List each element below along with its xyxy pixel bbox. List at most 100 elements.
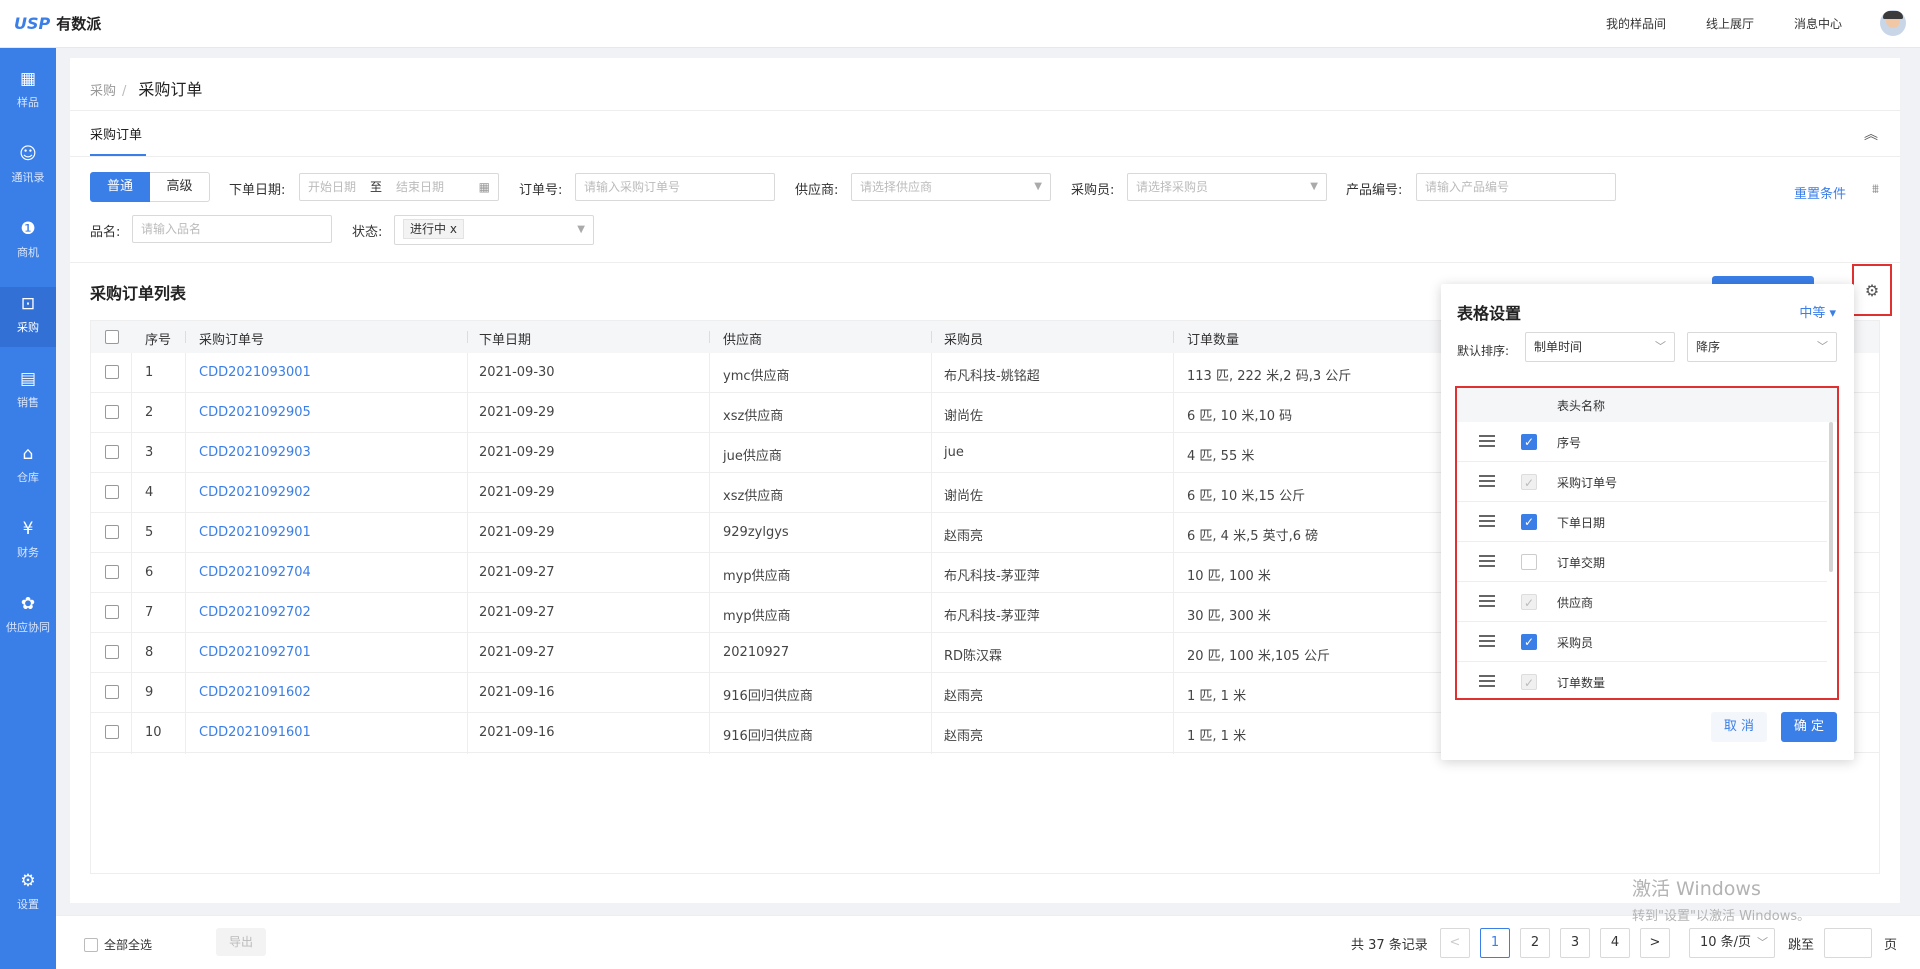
sidebar-item-label: 销售 (17, 396, 39, 409)
drag-handle-icon[interactable] (1479, 435, 1495, 447)
cell-order-number-link[interactable]: CDD2021092902 (199, 485, 311, 500)
cell-order-number-link[interactable]: CDD2021092903 (199, 445, 311, 460)
drag-handle-icon[interactable] (1479, 515, 1495, 527)
cell-buyer: 赵雨亮 (944, 729, 984, 744)
cell-order-number-link[interactable]: CDD2021092901 (199, 525, 311, 540)
finance-icon: ¥ (22, 519, 34, 539)
export-button[interactable]: 导出 (216, 928, 266, 956)
order-number-input[interactable]: 请输入采购订单号 (575, 173, 775, 201)
drag-handle-icon[interactable] (1479, 635, 1495, 647)
brand-logo[interactable]: USP 有数派 (14, 13, 101, 34)
sidebar-item-sales[interactable]: ▤ 销售 (0, 362, 56, 422)
next-page-button[interactable]: > (1640, 928, 1670, 958)
breadcrumb-parent[interactable]: 采购 (90, 84, 116, 99)
cell-order-number-link[interactable]: CDD2021091602 (199, 685, 311, 700)
mode-normal-button[interactable]: 普通 (90, 172, 150, 202)
confirm-button[interactable]: 确 定 (1781, 712, 1837, 742)
column-row: ✓ 下单日期 (1457, 502, 1827, 542)
column-list-scrollbar[interactable] (1829, 422, 1833, 572)
supplier-select[interactable]: 请选择供应商 ▼ (851, 173, 1051, 201)
row-checkbox[interactable] (105, 645, 119, 659)
row-checkbox[interactable] (105, 725, 119, 739)
tab-purchase-order[interactable]: 采购订单 (90, 124, 142, 143)
row-checkbox[interactable] (105, 525, 119, 539)
reset-filters-link[interactable]: 重置条件 (1794, 183, 1846, 202)
drag-handle-icon[interactable] (1479, 555, 1495, 567)
date-to-label: 至 (370, 180, 383, 194)
cell-order-date: 2021-09-30 (479, 365, 555, 380)
density-dropdown[interactable]: 中等 ▾ (1799, 302, 1836, 321)
cell-order-number-link[interactable]: CDD2021092702 (199, 605, 311, 620)
sort-order-select[interactable]: 降序 ﹀ (1687, 332, 1837, 362)
sidebar-item-samples[interactable]: ▦ 样品 (0, 62, 56, 122)
cell-order-date: 2021-09-27 (479, 565, 555, 580)
status-tag[interactable]: 进行中 x (403, 219, 464, 239)
order-date-range[interactable]: 开始日期 至 结束日期 ▦ (299, 173, 499, 201)
cell-order-number-link[interactable]: CDD2021091601 (199, 725, 311, 740)
cell-order-date: 2021-09-27 (479, 605, 555, 620)
drag-handle-icon[interactable] (1479, 475, 1495, 487)
cancel-button[interactable]: 取 消 (1711, 712, 1767, 742)
select-all-checkbox[interactable] (84, 937, 98, 952)
sidebar-item-contacts[interactable]: ☺ 通讯录 (0, 137, 56, 197)
sidebar-item-supply[interactable]: ✿ 供应协同 (0, 587, 56, 647)
cell-order-number-link[interactable]: CDD2021092905 (199, 405, 311, 420)
column-list: 表头名称 ✓ 序号 ✓ 采购订单号 ✓ 下单日期 订单交期 ✓ 供应商 ✓ 采购… (1455, 386, 1839, 700)
row-checkbox[interactable] (105, 685, 119, 699)
header-quantity: 订单数量 (1187, 333, 1240, 348)
row-checkbox[interactable] (105, 605, 119, 619)
mode-advanced-button[interactable]: 高级 (150, 172, 210, 202)
nav-message-center[interactable]: 消息中心 (1794, 15, 1842, 32)
column-checkbox[interactable]: ✓ (1521, 434, 1537, 450)
row-checkbox[interactable] (105, 405, 119, 419)
select-all-checkbox[interactable] (105, 330, 119, 344)
page-3-button[interactable]: 3 (1560, 928, 1590, 958)
page-size-select[interactable]: 10 条/页 ﹀ (1689, 928, 1775, 958)
column-checkbox[interactable] (1521, 554, 1537, 570)
column-row: ✓ 序号 (1457, 422, 1827, 462)
product-number-placeholder: 请输入产品编号 (1425, 180, 1510, 194)
sort-field-select[interactable]: 制单时间 ﹀ (1525, 332, 1675, 362)
cell-order-number-link[interactable]: CDD2021092704 (199, 565, 311, 580)
prev-page-button[interactable]: < (1440, 928, 1470, 958)
filter-icon[interactable]: ⩩ (1872, 182, 1879, 197)
jump-page-input[interactable] (1824, 928, 1872, 958)
column-checkbox[interactable]: ✓ (1521, 514, 1537, 530)
row-checkbox[interactable] (105, 565, 119, 579)
nav-my-samples[interactable]: 我的样品间 (1606, 15, 1666, 32)
cell-order-date: 2021-09-29 (479, 405, 555, 420)
column-checkbox[interactable]: ✓ (1521, 634, 1537, 650)
page-2-button[interactable]: 2 (1520, 928, 1550, 958)
cell-index: 2 (145, 405, 154, 420)
caret-down-icon: ▼ (1034, 181, 1042, 192)
user-avatar[interactable] (1880, 10, 1906, 36)
nav-online-showroom[interactable]: 线上展厅 (1706, 15, 1754, 32)
drag-handle-icon[interactable] (1479, 675, 1495, 687)
table-settings-button[interactable]: ⚙ (1852, 264, 1892, 316)
collapse-up-icon[interactable]: ︽ (1864, 124, 1878, 144)
product-number-input[interactable]: 请输入产品编号 (1416, 173, 1616, 201)
sidebar-item-warehouse[interactable]: ⌂ 仓库 (0, 437, 56, 497)
row-checkbox[interactable] (105, 445, 119, 459)
row-checkbox[interactable] (105, 485, 119, 499)
buyer-placeholder: 请选择采购员 (1136, 180, 1209, 194)
select-all-toggle[interactable]: 全部全选 (84, 936, 152, 953)
sidebar-item-opportunity[interactable]: ❶ 商机 (0, 212, 56, 272)
page-4-button[interactable]: 4 (1600, 928, 1630, 958)
cell-order-number-link[interactable]: CDD2021092701 (199, 645, 311, 660)
sidebar-item-settings[interactable]: ⚙ 设置 (0, 864, 56, 924)
cell-index: 6 (145, 565, 154, 580)
sidebar-item-finance[interactable]: ¥ 财务 (0, 512, 56, 572)
column-checkbox: ✓ (1521, 474, 1537, 490)
cell-index: 10 (145, 725, 162, 740)
sort-label: 默认排序: (1457, 344, 1510, 358)
buyer-select[interactable]: 请选择采购员 ▼ (1127, 173, 1327, 201)
product-name-input[interactable]: 请输入品名 (132, 215, 332, 243)
page-1-button[interactable]: 1 (1480, 928, 1510, 958)
select-all-label: 全部全选 (104, 938, 153, 952)
sidebar-item-purchase[interactable]: ⊡ 采购 (0, 287, 56, 347)
status-select[interactable]: 进行中 x ▼ (394, 215, 594, 245)
cell-order-number-link[interactable]: CDD2021093001 (199, 365, 311, 380)
drag-handle-icon[interactable] (1479, 595, 1495, 607)
row-checkbox[interactable] (105, 365, 119, 379)
